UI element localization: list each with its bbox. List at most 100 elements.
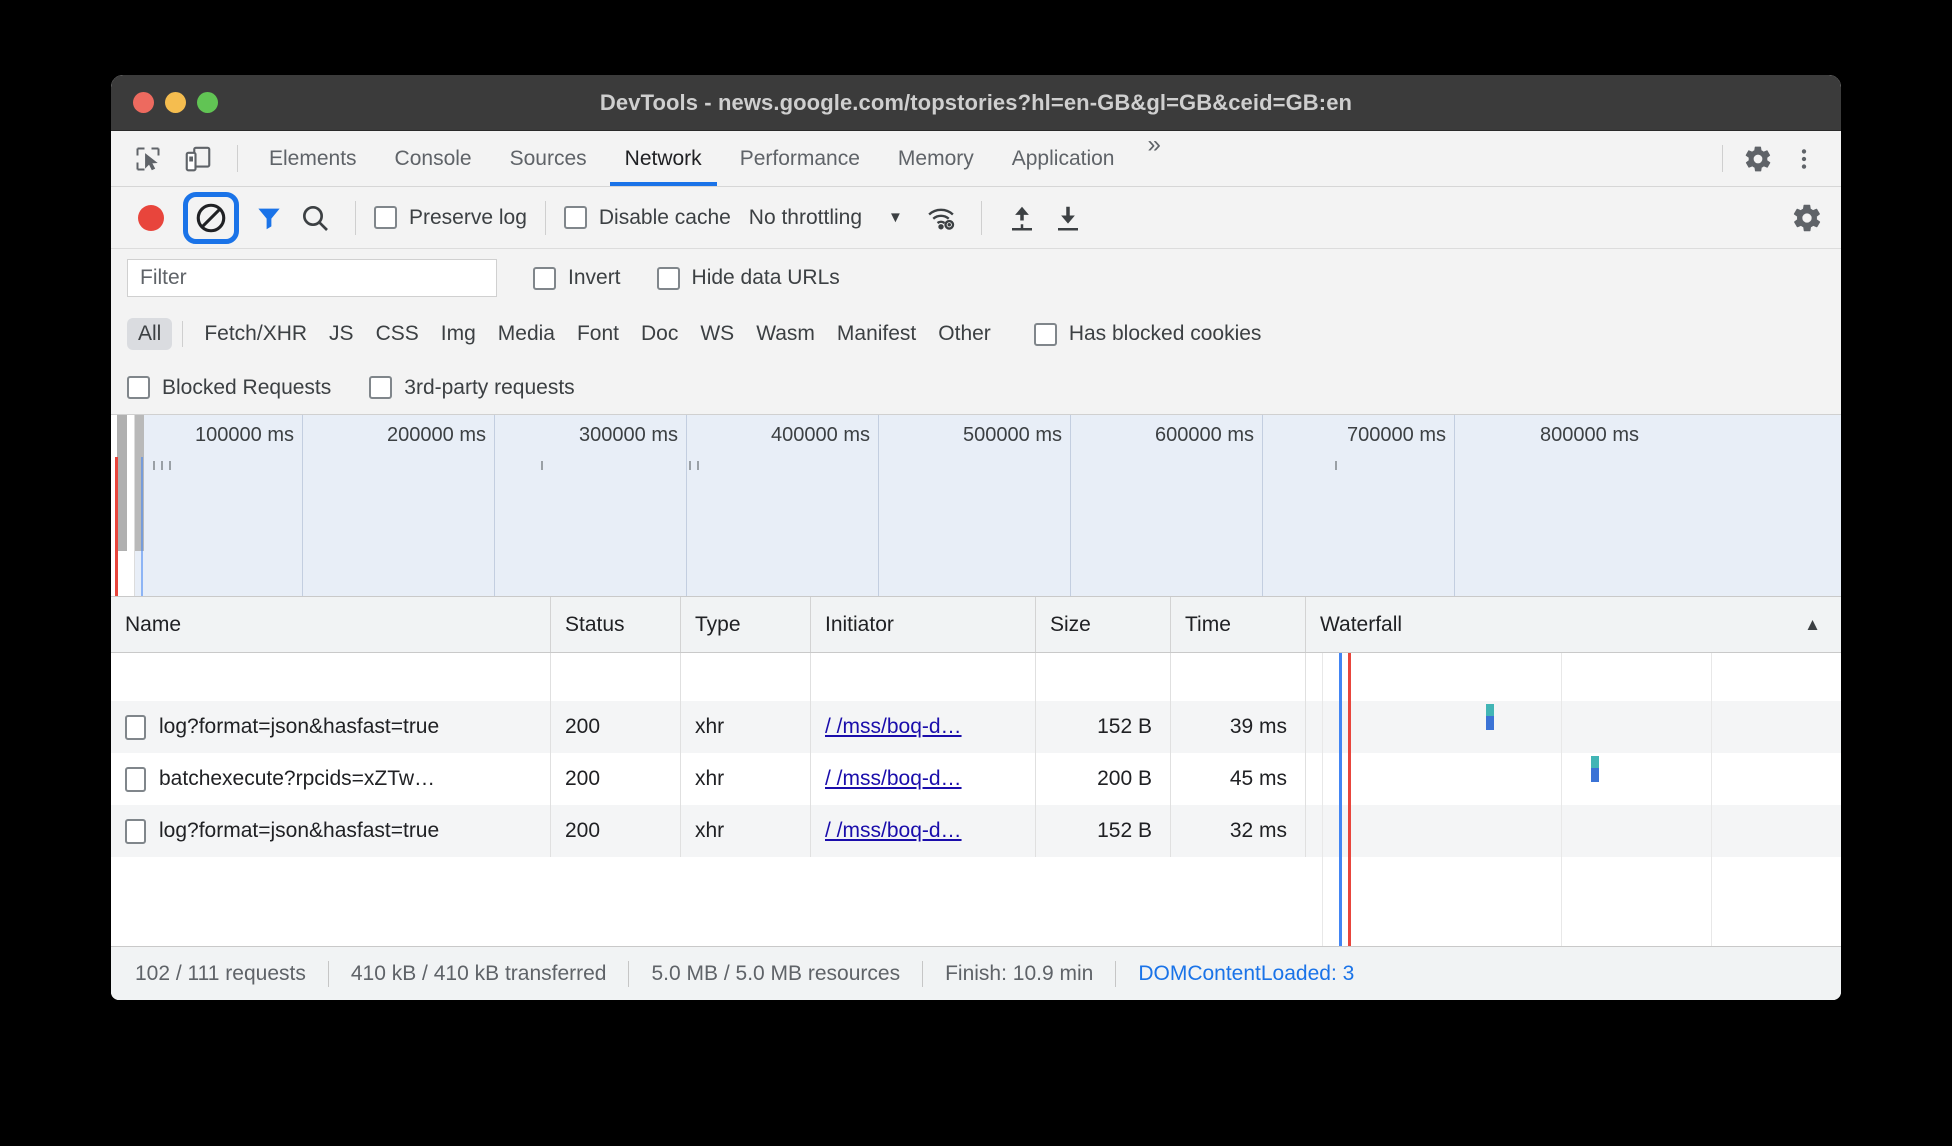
column-header-size[interactable]: Size [1036,597,1171,652]
kebab-menu-icon[interactable] [1781,146,1827,172]
cell-status: 200 [551,753,681,805]
status-transferred: 410 kB / 410 kB transferred [350,961,607,985]
overview-tick: 100000 ms [111,415,303,596]
row-checkbox[interactable] [125,818,146,844]
cell-initiator [811,653,1036,701]
table-row[interactable]: batchexecute?rpcids=xZTw… 200 xhr / /mss… [111,753,1841,805]
type-filter-ws[interactable]: WS [689,318,745,350]
type-filter-font[interactable]: Font [566,318,630,350]
cell-status: 200 [551,701,681,753]
tab-memory[interactable]: Memory [879,131,993,186]
row-checkbox[interactable] [125,766,146,792]
tab-elements[interactable]: Elements [250,131,376,186]
type-filter-img[interactable]: Img [430,318,487,350]
initiator-link[interactable]: / /mss/boq-d… [825,819,962,843]
type-filter-media[interactable]: Media [487,318,566,350]
type-filter-wasm[interactable]: Wasm [745,318,826,350]
overview-tick-label: 500000 ms [963,424,1062,446]
type-filter-other[interactable]: Other [927,318,1002,350]
cell-type: xhr [681,701,811,753]
type-filter-all[interactable]: All [127,318,173,350]
table-row[interactable]: log?format=json&hasfast=true 200 xhr / /… [111,805,1841,857]
tab-network[interactable]: Network [606,131,721,186]
third-party-requests-checkbox[interactable]: 3rd-party requests [369,376,575,400]
waterfall-bar [1591,756,1599,782]
cell-size [1036,653,1171,701]
cell-size: 200 B [1036,753,1171,805]
disable-cache-label: Disable cache [598,205,731,229]
device-toolbar-icon[interactable] [175,144,221,174]
blocked-requests-checkbox[interactable]: Blocked Requests [127,376,331,400]
overview-tick-label: 300000 ms [579,424,678,446]
status-resources: 5.0 MB / 5.0 MB resources [651,961,901,985]
hide-data-urls-checkbox[interactable]: Hide data URLs [656,266,840,290]
tab-console[interactable]: Console [376,131,491,186]
record-button[interactable] [138,204,164,231]
toolbar-divider [182,321,184,347]
invert-label: Invert [568,266,621,289]
cell-time: 39 ms [1171,701,1306,753]
disable-cache-checkbox[interactable]: Disable cache [563,205,731,230]
initiator-link[interactable]: / /mss/boq-d… [825,715,962,739]
upload-har-icon[interactable] [1000,196,1044,240]
table-row[interactable]: log?format=json&hasfast=true 200 xhr / /… [111,701,1841,753]
tab-performance[interactable]: Performance [721,131,879,186]
wifi-settings-icon[interactable] [919,196,963,240]
cell-time: 32 ms [1171,805,1306,857]
waterfall-bar [1486,704,1494,730]
invert-checkbox[interactable]: Invert [533,266,621,290]
column-header-time[interactable]: Time [1171,597,1306,652]
funnel-icon[interactable] [247,196,291,240]
type-filter-fetch-xhr[interactable]: Fetch/XHR [193,318,318,350]
tab-sources[interactable]: Sources [491,131,606,186]
search-icon[interactable] [293,196,337,240]
window-title: DevTools - news.google.com/topstories?hl… [599,89,1353,115]
type-filter-doc[interactable]: Doc [630,318,689,350]
tab-label: Sources [509,146,587,170]
panel-tabs: Elements Console Sources Network Perform… [250,131,1175,186]
overview-tick-label: 100000 ms [195,424,294,446]
tab-label: Performance [739,146,860,170]
clear-button[interactable] [183,191,239,244]
maximize-window-button[interactable] [197,92,218,113]
tab-label: Memory [897,146,974,170]
overview-tick: 400000 ms [687,415,879,596]
table-body: log?format=json&hasfast=true 200 xhr / /… [111,653,1841,946]
download-har-icon[interactable] [1046,196,1090,240]
initiator-link[interactable]: / /mss/boq-d… [825,767,962,791]
column-header-initiator[interactable]: Initiator [811,597,1036,652]
gear-icon[interactable] [1735,144,1781,174]
checkbox-box [563,206,587,229]
tab-label: Network [624,146,702,170]
cell-waterfall [1306,653,1841,701]
type-filter-manifest[interactable]: Manifest [826,318,927,350]
preserve-log-checkbox[interactable]: Preserve log [374,206,527,230]
column-header-status[interactable]: Status [551,597,681,652]
type-filter-js[interactable]: JS [318,318,365,350]
more-tabs-button[interactable]: » [1133,131,1174,186]
network-overview-timeline[interactable]: 100000 ms 200000 ms 300000 ms 400000 ms … [111,415,1841,597]
chevron-down-icon: ▼ [888,209,903,226]
request-name: log?format=json&hasfast=true [159,715,440,738]
throttling-dropdown[interactable]: No throttling ▼ [749,206,903,230]
row-checkbox[interactable] [125,714,146,740]
has-blocked-cookies-checkbox[interactable]: Has blocked cookies [1033,322,1262,346]
devtools-tab-bar: Elements Console Sources Network Perform… [111,131,1841,187]
cell-waterfall [1306,753,1841,805]
inspect-cursor-icon[interactable] [125,145,171,173]
has-blocked-cookies-label: Has blocked cookies [1068,322,1262,345]
tab-application[interactable]: Application [993,131,1134,186]
close-window-button[interactable] [133,92,154,113]
column-header-label: Waterfall [1320,612,1403,636]
column-header-type[interactable]: Type [681,597,811,652]
overview-tick: 300000 ms [495,415,687,596]
tool-icon-group [111,131,250,186]
minimize-window-button[interactable] [165,92,186,113]
network-settings-gear-icon[interactable] [1785,196,1829,240]
type-filter-css[interactable]: CSS [365,318,430,350]
column-header-name[interactable]: Name [111,597,551,652]
column-header-waterfall[interactable]: Waterfall ▲ [1306,597,1841,652]
blocked-requests-label: Blocked Requests [162,375,332,399]
overview-tick-label: 600000 ms [1155,424,1254,446]
filter-input[interactable]: Filter [127,259,497,297]
